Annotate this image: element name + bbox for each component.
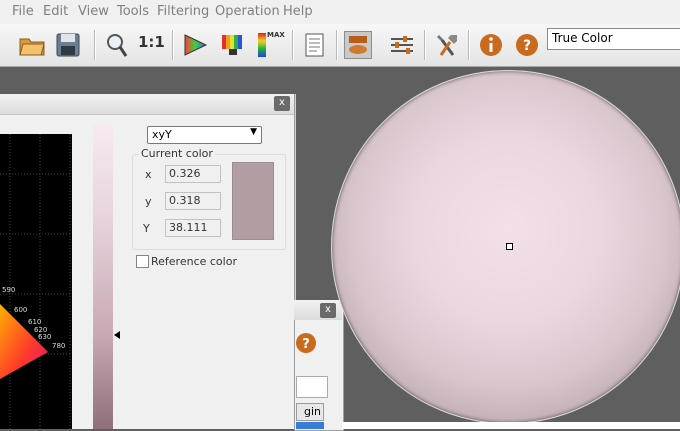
wavelength-label: 610 bbox=[28, 318, 41, 326]
help-icon[interactable]: ? bbox=[294, 331, 318, 355]
luminance-strip[interactable] bbox=[93, 124, 113, 429]
display-mode-select[interactable]: True Color bbox=[547, 28, 680, 50]
x-value: 0.326 bbox=[165, 165, 221, 183]
Y-label: Y bbox=[143, 222, 150, 235]
current-color-title: Current color bbox=[139, 147, 215, 160]
secondary-input[interactable] bbox=[296, 376, 328, 398]
x-label: x bbox=[145, 168, 152, 181]
max-label: MAX bbox=[267, 31, 285, 39]
secondary-button[interactable]: gin bbox=[296, 403, 324, 421]
max-level-icon[interactable]: MAX bbox=[256, 31, 285, 59]
info-icon[interactable] bbox=[477, 31, 505, 59]
close-icon[interactable]: x bbox=[320, 303, 336, 318]
menu-bar: File Edit View Tools Filtering Operation… bbox=[0, 0, 680, 25]
adjust-sliders-icon[interactable] bbox=[388, 31, 416, 59]
secondary-window-titlebar[interactable]: x bbox=[294, 300, 342, 320]
spectrum-icon[interactable] bbox=[219, 31, 247, 59]
menu-help[interactable]: Help bbox=[283, 4, 313, 19]
menu-view[interactable]: View bbox=[78, 4, 109, 19]
reference-color-label: Reference color bbox=[151, 255, 237, 268]
secondary-selection bbox=[296, 422, 324, 429]
close-icon[interactable]: x bbox=[274, 96, 290, 111]
y-value: 0.318 bbox=[165, 192, 221, 210]
zoom-1-1-icon[interactable]: 1:1 bbox=[138, 31, 166, 59]
open-folder-icon[interactable] bbox=[18, 31, 46, 59]
wavelength-label: 630 bbox=[38, 333, 51, 341]
image-view-icon[interactable] bbox=[344, 31, 372, 59]
Y-value: 38.111 bbox=[165, 219, 221, 237]
zoom-icon[interactable] bbox=[103, 31, 131, 59]
menu-edit[interactable]: Edit bbox=[43, 4, 68, 19]
status-strip bbox=[342, 422, 680, 429]
y-label: y bbox=[145, 195, 152, 208]
menu-operation[interactable]: Operation bbox=[215, 4, 280, 19]
wavelength-label: 590 bbox=[2, 286, 15, 294]
menu-tools[interactable]: Tools bbox=[117, 4, 149, 19]
help-icon[interactable]: ? bbox=[513, 31, 541, 59]
reference-color-checkbox[interactable] bbox=[136, 255, 149, 268]
tools-icon[interactable] bbox=[433, 31, 461, 59]
save-icon[interactable] bbox=[54, 31, 82, 59]
chevron-down-icon: ▼ bbox=[250, 127, 257, 137]
wavelength-label: 780 bbox=[52, 342, 65, 350]
report-icon[interactable] bbox=[300, 31, 328, 59]
color-triangle-icon[interactable] bbox=[181, 31, 209, 59]
level-pointer-icon[interactable] bbox=[114, 331, 120, 339]
chromaticity-plot[interactable]: 590 600 610 620 630 780 bbox=[0, 134, 72, 429]
current-color-swatch bbox=[232, 162, 274, 240]
color-panel-titlebar[interactable]: x bbox=[0, 94, 294, 115]
menu-filtering[interactable]: Filtering bbox=[157, 4, 209, 19]
svg-text:?: ? bbox=[523, 38, 531, 54]
wavelength-label: 600 bbox=[14, 306, 27, 314]
svg-text:?: ? bbox=[302, 337, 310, 352]
menu-file[interactable]: File bbox=[12, 4, 34, 19]
measurement-point-marker[interactable] bbox=[506, 243, 513, 250]
color-space-value: xyY bbox=[152, 128, 172, 141]
color-space-select[interactable]: xyY ▼ bbox=[147, 126, 262, 144]
